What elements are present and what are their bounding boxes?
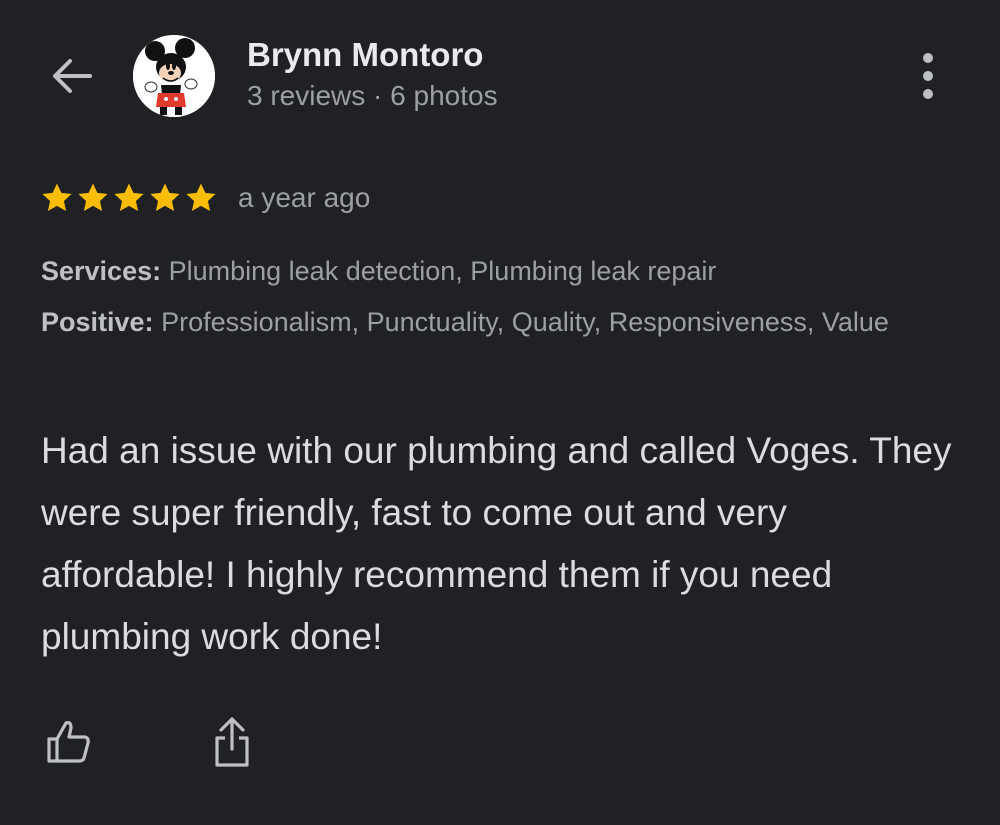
share-button[interactable] xyxy=(204,712,260,772)
back-button[interactable] xyxy=(46,52,98,100)
reviewer-meta: 3 reviews · 6 photos xyxy=(247,80,498,111)
star-icon xyxy=(114,183,144,212)
mickey-mouse-avatar-image xyxy=(133,35,215,117)
more-options-button[interactable] xyxy=(906,50,950,102)
star-icon xyxy=(42,183,72,212)
positive-attribute: Positive: Professionalism, Punctuality, … xyxy=(41,302,951,342)
star-icon xyxy=(78,183,108,212)
review-text: Had an issue with our plumbing and calle… xyxy=(41,430,952,657)
star-icon xyxy=(186,183,216,212)
services-label: Services: xyxy=(41,256,162,286)
services-attribute: Services: Plumbing leak detection, Plumb… xyxy=(41,251,951,291)
positive-label: Positive: xyxy=(41,307,154,337)
thumbs-up-icon xyxy=(47,720,90,763)
rating-row: a year ago xyxy=(40,178,370,218)
services-value: Plumbing leak detection, Plumbing leak r… xyxy=(168,256,717,286)
star-rating xyxy=(40,181,218,215)
like-button[interactable] xyxy=(40,714,96,770)
more-vertical-icon-dot xyxy=(923,53,933,63)
positive-value: Professionalism, Punctuality, Quality, R… xyxy=(161,307,889,337)
arrow-left-icon xyxy=(53,59,92,93)
more-vertical-icon-dot xyxy=(923,71,933,81)
reviewer-name[interactable]: Brynn Montoro xyxy=(247,36,483,74)
share-icon xyxy=(215,717,249,767)
review-time: a year ago xyxy=(238,182,371,213)
avatar[interactable] xyxy=(133,35,215,117)
more-vertical-icon-dot xyxy=(923,89,933,99)
star-icon xyxy=(150,183,180,212)
